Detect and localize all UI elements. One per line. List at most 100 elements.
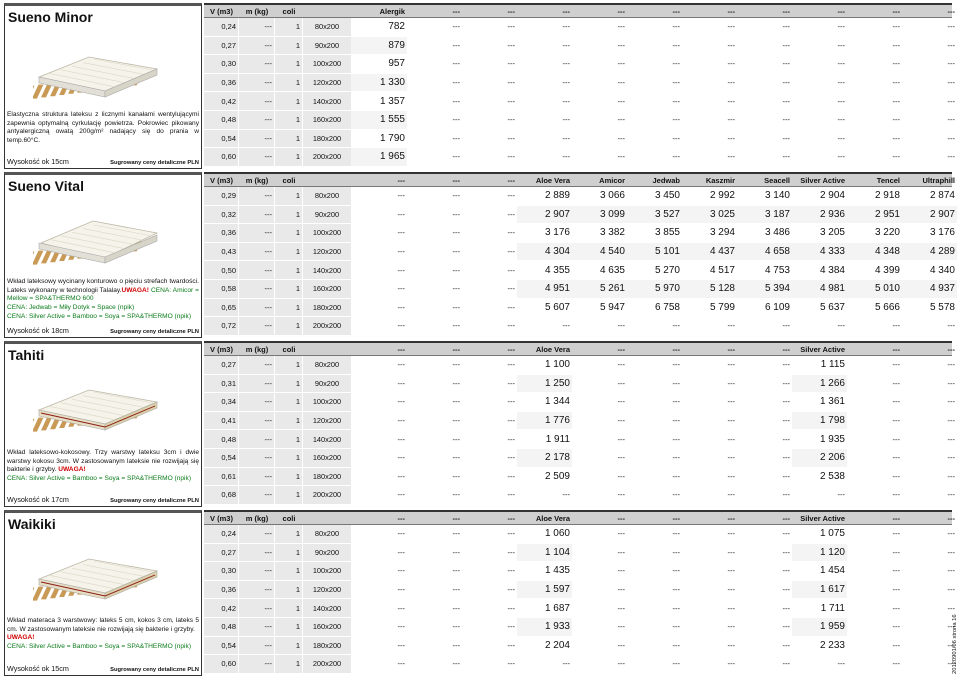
spec-cell: 0,31 xyxy=(204,374,239,393)
column-header: coli xyxy=(282,344,296,354)
column-header: V (m3) xyxy=(210,344,233,354)
spec-cell: 0,36 xyxy=(204,224,239,242)
price-cell: --- xyxy=(892,59,901,69)
spec-cell: --- xyxy=(239,55,275,73)
price-cell: --- xyxy=(397,603,406,613)
price-cell: --- xyxy=(562,96,571,106)
price-cell: --- xyxy=(892,547,901,557)
price-cell: 4 981 xyxy=(792,279,847,298)
spec-cell: 1 xyxy=(275,73,303,92)
price-cell: --- xyxy=(672,566,681,576)
spec-cell: --- xyxy=(239,393,275,411)
price-cell: 2 874 xyxy=(929,190,955,202)
size-cell: 120x200 xyxy=(303,242,351,261)
spec-cell: --- xyxy=(239,110,275,129)
price-cell: --- xyxy=(947,547,956,557)
spec-cell: 0,48 xyxy=(204,110,239,129)
table-row: 0,60 --- 1 200x200 1 965 --- --- --- --- --- --- --… xyxy=(204,148,955,167)
price-cell: --- xyxy=(452,191,461,201)
table-row: 0,27 --- 1 80x200 --- --- --- 1 100 --- --- --- ---… xyxy=(204,356,955,375)
table-row: 0,58 --- 1 160x200 --- --- --- 4 951 5 261 5 970 5… xyxy=(204,279,957,299)
spec-cell: 0,65 xyxy=(204,298,239,317)
price-cell: --- xyxy=(672,603,681,613)
column-header: --- xyxy=(672,344,681,354)
table-row: 0,42 --- 1 140x200 1 357 --- --- --- --- --- --- --… xyxy=(204,92,955,111)
spec-cell: 0,50 xyxy=(204,261,239,279)
spec-cell: 1 xyxy=(275,317,303,335)
size-cell: 120x200 xyxy=(303,580,351,599)
price-cell: --- xyxy=(507,416,516,426)
price-table: V (m3) m (kg) coli --- --- --- Aloe Vera --- ---… xyxy=(204,510,955,674)
price-cell: --- xyxy=(892,490,901,500)
column-header: Aloe Vera xyxy=(535,344,570,354)
price-cell: --- xyxy=(892,96,901,106)
product-name: Sueno Minor xyxy=(8,9,93,25)
price-cell: --- xyxy=(562,490,571,500)
price-cell: --- xyxy=(507,115,516,125)
price-cell: 2 509 xyxy=(544,470,570,482)
table-row: 0,27 --- 1 90x200 879 --- --- --- --- --- --- --- --… xyxy=(204,36,955,56)
price-cell: --- xyxy=(507,434,516,444)
spec-cell: --- xyxy=(239,317,275,335)
product-description: Wkład lateksowo-kokosowy. Trzy warstwy l… xyxy=(7,449,199,484)
spec-cell: 0,54 xyxy=(204,129,239,148)
price-cell: --- xyxy=(562,22,571,32)
spec-cell: 0,27 xyxy=(204,356,239,374)
price-cell: --- xyxy=(562,659,571,669)
price-cell: --- xyxy=(507,133,516,143)
price-cell: --- xyxy=(947,471,956,481)
column-header: --- xyxy=(452,344,461,354)
price-cell: --- xyxy=(837,115,846,125)
column-header: --- xyxy=(507,513,516,523)
price-cell: --- xyxy=(397,247,406,257)
price-cell: --- xyxy=(507,622,516,632)
price-cell: 1 798 xyxy=(792,411,847,430)
column-header: m (kg) xyxy=(245,6,269,16)
spec-cell: --- xyxy=(239,374,275,393)
spec-cell: --- xyxy=(239,617,275,636)
spec-cell: --- xyxy=(239,599,275,617)
spec-cell: 0,68 xyxy=(204,486,239,504)
panel-footer: Wysokość ok 15cm Sugrowany ceny detaliczn… xyxy=(7,155,199,166)
table-row: 0,65 --- 1 180x200 --- --- --- 5 607 5 947 6 758 5… xyxy=(204,298,955,318)
price-cell: --- xyxy=(617,585,626,595)
price-cell: --- xyxy=(727,585,736,595)
price-cell: --- xyxy=(782,585,791,595)
price-cell: --- xyxy=(617,78,626,88)
price-cell: 3 025 xyxy=(682,205,737,224)
price-cell: --- xyxy=(892,585,901,595)
price-cell: --- xyxy=(562,115,571,125)
price-cell: --- xyxy=(397,585,406,595)
price-cell: --- xyxy=(452,265,461,275)
spec-cell: 0,36 xyxy=(204,580,239,599)
column-header: --- xyxy=(727,513,736,523)
price-cell: --- xyxy=(782,622,791,632)
price-cell: --- xyxy=(837,22,846,32)
price-cell: --- xyxy=(507,152,516,162)
spec-cell: 1 xyxy=(275,242,303,261)
spec-cell: 0,54 xyxy=(204,448,239,467)
price-cell: --- xyxy=(782,152,791,162)
price-cell: 5 607 xyxy=(544,301,570,313)
price-cell: --- xyxy=(672,659,681,669)
price-cell: 782 xyxy=(388,21,405,33)
product-section: Sueno Minor Elastyczna struktura lateksu … xyxy=(4,3,955,169)
spec-cell: 0,36 xyxy=(204,73,239,92)
spec-cell: 1 xyxy=(275,129,303,148)
price-table: V (m3) m (kg) coli --- --- --- Aloe Vera --- ---… xyxy=(204,341,955,505)
price-cell: 5 128 xyxy=(682,279,737,298)
price-cell: --- xyxy=(397,360,406,370)
price-cell: --- xyxy=(452,453,461,463)
price-cell: --- xyxy=(452,302,461,312)
price-cell: --- xyxy=(892,640,901,650)
spec-cell: --- xyxy=(239,467,275,486)
spec-cell: 1 xyxy=(275,599,303,617)
price-cell: 1 687 xyxy=(544,602,570,614)
size-cell: 120x200 xyxy=(303,411,351,430)
price-cell: --- xyxy=(947,640,956,650)
price-cell: 2 907 xyxy=(902,205,957,224)
price-cell: 1 250 xyxy=(517,374,572,393)
price-cell: 2 233 xyxy=(819,639,845,651)
price-cell: --- xyxy=(782,40,791,50)
price-cell: 3 382 xyxy=(599,227,625,239)
